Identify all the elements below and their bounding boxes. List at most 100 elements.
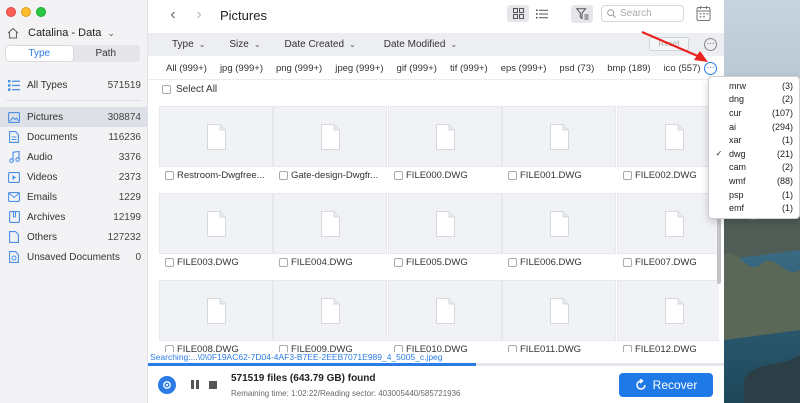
file-thumbnail[interactable] (388, 193, 502, 254)
file-card[interactable]: Gate-design-Dwgfr... (273, 106, 387, 181)
dropdown-option-xar[interactable]: xar (1) (709, 133, 799, 147)
disk-selector[interactable]: Catalina - Data ⌄ (6, 25, 141, 41)
sidebar-item-emails[interactable]: Emails 1229 (0, 187, 148, 207)
file-caption: FILE010.DWG (388, 341, 502, 352)
tab-path[interactable]: Path (73, 46, 140, 61)
file-card[interactable]: FILE008.DWG (159, 280, 273, 352)
file-thumbnail[interactable] (159, 106, 273, 167)
file-checkbox[interactable] (508, 344, 517, 352)
sidebar-item-documents[interactable]: Documents 116236 (0, 127, 148, 147)
ext-filter-eps[interactable]: eps (999+) (501, 63, 547, 74)
file-checkbox[interactable] (394, 170, 403, 180)
file-card[interactable]: FILE003.DWG (159, 193, 273, 268)
list-view-button[interactable] (531, 5, 553, 22)
calendar-icon[interactable] (696, 5, 712, 22)
file-thumbnail[interactable] (617, 280, 719, 341)
ext-filter-psd[interactable]: psd (73) (559, 63, 594, 74)
sidebar-item-pictures[interactable]: Pictures 308874 (0, 107, 148, 127)
file-card[interactable]: FILE007.DWG (617, 193, 719, 268)
ext-filter-jpeg[interactable]: jpeg (999+) (335, 63, 383, 74)
date-created-dropdown[interactable]: Date Created ⌄ (285, 39, 356, 50)
stop-button[interactable] (209, 381, 217, 389)
dropdown-option-emf[interactable]: emf (1) (709, 201, 799, 215)
sidebar-item-audio[interactable]: Audio 3376 (0, 147, 148, 167)
file-checkbox[interactable] (623, 344, 632, 352)
file-checkbox[interactable] (508, 257, 517, 267)
dropdown-option-dng[interactable]: dng (2) (709, 93, 799, 107)
file-thumbnail[interactable] (502, 280, 616, 341)
chevron-right-icon[interactable]: › (192, 6, 206, 24)
sidebar-item-videos[interactable]: Videos 2373 (0, 167, 148, 187)
file-card[interactable]: FILE002.DWG (617, 106, 719, 181)
file-thumbnail[interactable] (273, 106, 387, 167)
size-dropdown[interactable]: Size ⌄ (229, 39, 260, 50)
file-checkbox[interactable] (165, 257, 174, 267)
sidebar-item-archives[interactable]: Archives 12199 (0, 207, 148, 227)
sidebar-item-others[interactable]: Others 127232 (0, 227, 148, 247)
dropdown-option-wmf[interactable]: wmf (88) (709, 174, 799, 188)
file-checkbox[interactable] (165, 344, 174, 352)
picture-icon (8, 111, 20, 123)
dropdown-option-cur[interactable]: cur (107) (709, 106, 799, 120)
option-count: (3) (782, 80, 793, 91)
file-checkbox[interactable] (508, 170, 517, 180)
tab-type[interactable]: Type (6, 46, 73, 61)
sidebar-item-unsaved-documents[interactable]: Unsaved Documents 0 (0, 247, 148, 267)
sidebar-item-all-types[interactable]: All Types 571519 (0, 75, 148, 95)
file-card[interactable]: FILE005.DWG (388, 193, 502, 268)
dropdown-option-cam[interactable]: cam (2) (709, 161, 799, 175)
date-modified-dropdown[interactable]: Date Modified ⌄ (384, 39, 457, 50)
minimize-window-button[interactable] (21, 7, 31, 17)
file-card[interactable]: FILE004.DWG (273, 193, 387, 268)
file-checkbox[interactable] (279, 344, 288, 352)
chevron-left-icon[interactable]: ‹ (166, 6, 180, 24)
grid-view-button[interactable] (507, 5, 529, 22)
file-thumbnail[interactable] (617, 193, 719, 254)
ext-filter-tif[interactable]: tif (999+) (450, 63, 488, 74)
file-name: FILE011.DWG (520, 343, 582, 353)
file-thumbnail[interactable] (617, 106, 719, 167)
file-card[interactable]: FILE010.DWG (388, 280, 502, 352)
file-thumbnail[interactable] (388, 280, 502, 341)
file-card[interactable]: FILE012.DWG (617, 280, 719, 352)
ext-filter-png[interactable]: png (999+) (276, 63, 322, 74)
file-checkbox[interactable] (623, 170, 632, 180)
file-checkbox[interactable] (623, 257, 632, 267)
file-card[interactable]: Restroom-Dwgfree... (159, 106, 273, 181)
recover-button[interactable]: Recover (619, 373, 713, 397)
option-name: mrw (729, 80, 746, 91)
zoom-window-button[interactable] (36, 7, 46, 17)
dropdown-option-dwg[interactable]: ✓ dwg (21) (709, 147, 799, 161)
file-checkbox[interactable] (279, 170, 288, 180)
filter-button[interactable] (571, 5, 593, 23)
file-card[interactable]: FILE000.DWG (388, 106, 502, 181)
file-checkbox[interactable] (165, 170, 174, 180)
filter-icon (575, 8, 588, 20)
file-thumbnail[interactable] (502, 193, 616, 254)
pause-button[interactable] (191, 380, 199, 389)
dropdown-option-ai[interactable]: ai (294) (709, 120, 799, 134)
file-checkbox[interactable] (279, 257, 288, 267)
ext-filter-gif[interactable]: gif (999+) (397, 63, 437, 74)
file-thumbnail[interactable] (273, 193, 387, 254)
file-card[interactable]: FILE009.DWG (273, 280, 387, 352)
select-all-checkbox[interactable]: Select All (162, 84, 217, 95)
dropdown-option-mrw[interactable]: mrw (3) (709, 79, 799, 93)
file-checkbox[interactable] (394, 344, 403, 352)
checkmark-icon: ✓ (715, 149, 723, 159)
type-dropdown[interactable]: Type ⌄ (172, 39, 205, 50)
file-thumbnail[interactable] (273, 280, 387, 341)
file-thumbnail[interactable] (502, 106, 616, 167)
file-thumbnail[interactable] (159, 280, 273, 341)
close-window-button[interactable] (6, 7, 16, 17)
search-input[interactable]: Search (601, 5, 684, 22)
file-thumbnail[interactable] (388, 106, 502, 167)
ext-filter-all[interactable]: All (999+) (166, 63, 207, 74)
dropdown-option-psp[interactable]: psp (1) (709, 188, 799, 202)
ext-filter-jpg[interactable]: jpg (999+) (220, 63, 263, 74)
file-thumbnail[interactable] (159, 193, 273, 254)
file-checkbox[interactable] (394, 257, 403, 267)
file-card[interactable]: FILE006.DWG (502, 193, 616, 268)
file-card[interactable]: FILE001.DWG (502, 106, 616, 181)
file-card[interactable]: FILE011.DWG (502, 280, 616, 352)
